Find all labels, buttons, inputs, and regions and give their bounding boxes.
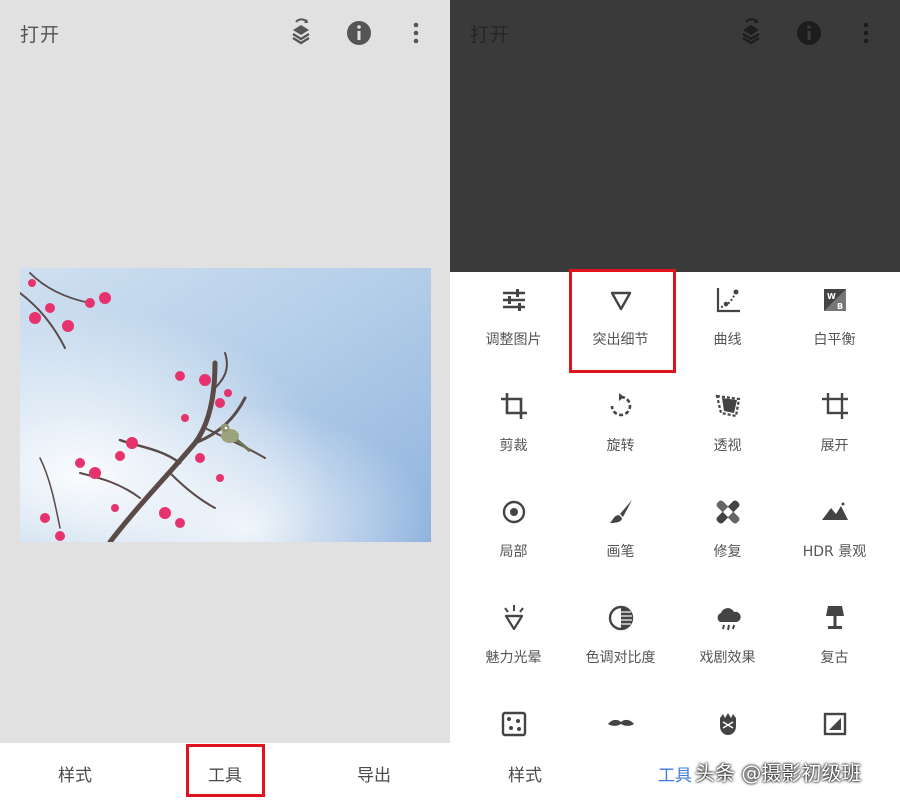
tools-tab-highlight bbox=[186, 744, 265, 797]
tool-label: 展开 bbox=[820, 438, 849, 454]
selective-icon bbox=[502, 500, 526, 524]
tool-crop[interactable]: 剪裁 bbox=[460, 378, 567, 484]
tab-styles[interactable]: 样式 bbox=[508, 761, 542, 786]
layers-undo-icon[interactable] bbox=[284, 16, 318, 50]
retrolux-mustache-icon bbox=[608, 719, 634, 726]
watermark: 头条 @摄影初级班 bbox=[695, 761, 862, 785]
tonal-contrast-icon bbox=[608, 605, 634, 631]
black-white-icon bbox=[823, 712, 847, 736]
tab-tools-active[interactable]: 工具 bbox=[658, 761, 692, 786]
rotate-icon bbox=[610, 393, 632, 417]
brush-icon bbox=[610, 500, 632, 523]
perspective-icon bbox=[715, 394, 741, 418]
right-screen: 打开 调整图片 突出细节 曲线 W B 白平衡 剪裁 旋转 透视 展开 局部 画… bbox=[450, 0, 900, 800]
tool-hdr-scape[interactable]: HDR 景观 bbox=[781, 484, 888, 590]
tool-perspective[interactable]: 透视 bbox=[674, 378, 781, 484]
drama-cloud-icon bbox=[717, 608, 741, 631]
tool-glamour-glow[interactable]: 魅力光晕 bbox=[460, 590, 567, 696]
expand-icon bbox=[822, 393, 848, 419]
tool-label: 局部 bbox=[499, 544, 528, 560]
tool-vintage[interactable]: 复古 bbox=[781, 590, 888, 696]
tool-label: 曲线 bbox=[713, 332, 742, 348]
hdr-mountains-icon bbox=[822, 502, 848, 520]
tool-label: 剪裁 bbox=[499, 438, 528, 454]
info-icon[interactable] bbox=[342, 16, 376, 50]
more-options-icon[interactable] bbox=[399, 16, 433, 50]
tool-label: 画笔 bbox=[606, 544, 635, 560]
tool-label: 复古 bbox=[820, 650, 849, 666]
curves-icon bbox=[716, 288, 740, 313]
grainy-film-icon bbox=[501, 711, 527, 737]
tool-curves[interactable]: 曲线 bbox=[674, 272, 781, 378]
svg-text:B: B bbox=[837, 302, 843, 311]
tool-label: 白平衡 bbox=[813, 332, 856, 348]
open-button[interactable]: 打开 bbox=[20, 20, 60, 47]
tune-sliders-icon bbox=[503, 289, 525, 311]
tool-drama[interactable]: 戏剧效果 bbox=[674, 590, 781, 696]
top-bar-dimmed: 打开 bbox=[450, 0, 900, 68]
tool-label: 戏剧效果 bbox=[699, 650, 756, 666]
tool-tonal-contrast[interactable]: 色调对比度 bbox=[567, 590, 674, 696]
white-balance-icon: W B bbox=[824, 289, 846, 311]
tool-label: 透视 bbox=[713, 438, 742, 454]
tool-expand[interactable]: 展开 bbox=[781, 378, 888, 484]
details-highlight bbox=[569, 269, 676, 373]
glamour-glow-icon bbox=[504, 605, 524, 631]
open-button-dimmed[interactable]: 打开 bbox=[470, 20, 510, 47]
tool-healing[interactable]: 修复 bbox=[674, 484, 781, 590]
tool-brush[interactable]: 画笔 bbox=[567, 484, 674, 590]
info-icon[interactable] bbox=[792, 16, 826, 50]
tool-label: 旋转 bbox=[606, 438, 635, 454]
tool-label: 调整图片 bbox=[485, 332, 542, 348]
tab-export[interactable]: 导出 bbox=[357, 761, 391, 786]
dimmed-preview: 打开 bbox=[450, 0, 900, 272]
left-screen: 打开 样式 工具 导出 bbox=[0, 0, 450, 800]
healing-icon bbox=[716, 500, 740, 524]
svg-text:W: W bbox=[827, 292, 836, 301]
tool-label: HDR 景观 bbox=[802, 544, 867, 560]
more-options-icon[interactable] bbox=[849, 16, 883, 50]
tool-selective[interactable]: 局部 bbox=[460, 484, 567, 590]
tool-label: 魅力光晕 bbox=[485, 650, 542, 666]
vintage-lamp-icon bbox=[826, 606, 844, 629]
tool-rotate[interactable]: 旋转 bbox=[567, 378, 674, 484]
tool-label: 修复 bbox=[713, 544, 742, 560]
top-bar: 打开 bbox=[0, 0, 450, 68]
grunge-icon bbox=[720, 713, 736, 735]
edited-photo bbox=[20, 268, 431, 542]
tool-tune-image[interactable]: 调整图片 bbox=[460, 272, 567, 378]
tool-label: 色调对比度 bbox=[585, 650, 656, 666]
tab-styles[interactable]: 样式 bbox=[58, 761, 92, 786]
tool-white-balance[interactable]: W B 白平衡 bbox=[781, 272, 888, 378]
crop-icon bbox=[501, 393, 527, 419]
layers-undo-icon[interactable] bbox=[734, 16, 768, 50]
